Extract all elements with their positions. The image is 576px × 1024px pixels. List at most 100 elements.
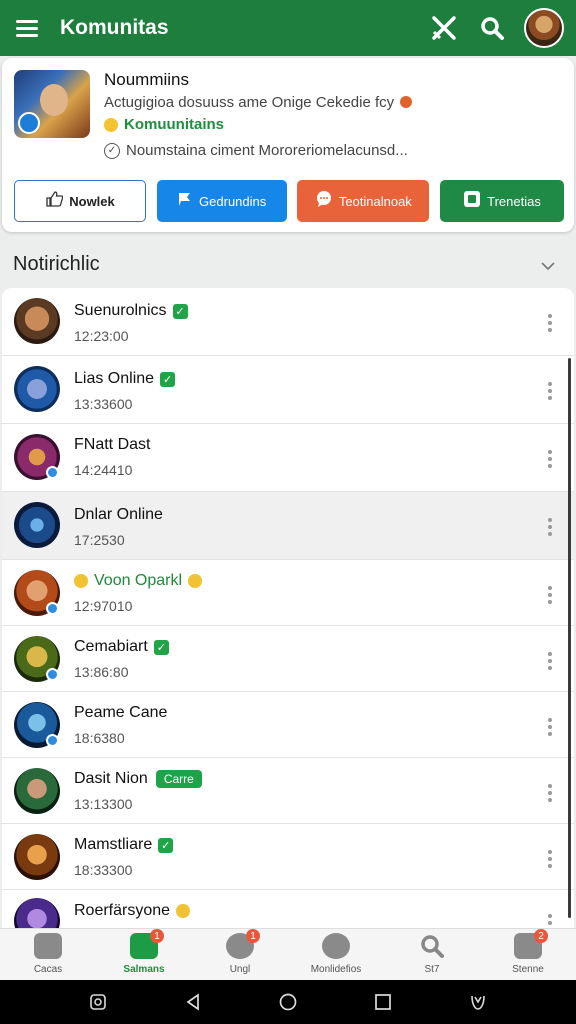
list-item-time: 12:97010 [74,598,133,614]
app-bar: Komunitas [0,0,576,56]
more-vert-icon[interactable] [548,914,552,928]
status-badge [46,668,59,681]
screenshot-icon[interactable] [87,991,109,1013]
list-item[interactable]: Voon Oparkl 12:97010 [2,560,574,626]
more-vert-icon[interactable] [548,718,552,739]
avatar [14,298,60,344]
flame-icon [400,96,413,108]
gedrundins-button[interactable]: Gedrundins [156,180,287,222]
list-item-time: 13:86:80 [74,664,129,680]
nav-monlidefios[interactable]: Monlidefios [288,929,384,980]
list-item-name: Mamstliare ✓ [74,836,174,854]
app-title: Komunitas [60,16,169,39]
recents-icon[interactable] [372,991,394,1013]
accessibility-icon[interactable] [467,991,489,1013]
member-list: Suenurolnics ✓ 12:23:00 Lias Online ✓ 13:3… [2,288,574,928]
list-item-name: Peame Cane [74,704,168,721]
avatar [14,898,60,928]
avatar [14,366,60,412]
teotinalnoak-button[interactable]: Teotinalnoak [297,180,430,222]
avatar [14,834,60,880]
verified-icon: ✓ [160,371,176,387]
more-vert-icon[interactable] [548,382,552,403]
list-item-name: Cemabiart ✓ [74,638,169,656]
nav-stenne[interactable]: 2 Stenne [480,929,576,980]
more-vert-icon[interactable] [548,652,552,673]
list-item-name: Roerfärsyone [74,902,191,920]
notification-badge: 2 [534,929,548,943]
profile-avatar[interactable] [524,8,564,48]
list-item-name: Dnlar Online [74,506,163,523]
more-vert-icon[interactable] [548,586,552,607]
bottom-nav: Cacas 1 Salmans 1 Ungl Monlidefios St7 2… [0,928,576,980]
message-icon [322,933,350,959]
more-vert-icon[interactable] [548,850,552,871]
list-item[interactable]: Lias Online ✓ 13:33600 [2,356,574,424]
group-description: Actugigioa dosuuss ame Onige Cekedie fcy [104,94,413,111]
list-item[interactable]: Cemabiart ✓ 13:86:80 [2,626,574,692]
flag-icon [177,191,193,211]
list-item[interactable]: Mamstliare ✓ 18:33300 [2,824,574,890]
verified-icon: ✓ [153,639,169,655]
verified-icon: ✓ [158,837,174,853]
scrollbar[interactable] [568,358,571,918]
list-item[interactable]: FNatt Dast 14:24410 [2,424,574,492]
swords-icon[interactable] [430,14,458,42]
emoji-icon [176,904,191,918]
list-item-name: FNatt Dast [74,436,151,453]
chevron-down-icon[interactable] [540,258,556,274]
sparkle-icon [74,574,88,588]
status-pill: Carre [155,770,202,788]
nav-cacas[interactable]: Cacas [0,929,96,980]
avatar [14,768,60,814]
list-item-name: Dasit Nion Carre [74,770,202,788]
list-item-time: 17:2530 [74,532,125,548]
home-circle-icon[interactable] [277,991,299,1013]
status-badge [46,602,59,615]
more-vert-icon[interactable] [548,518,552,539]
list-item-time: 12:23:00 [74,328,129,344]
section-title: Notirichlic [13,253,100,275]
list-item[interactable]: Roerfärsyone [2,890,574,928]
smile-icon [104,117,118,132]
status-badge [46,466,59,479]
list-item-name: Suenurolnics ✓ [74,302,188,320]
home-icon [34,933,62,959]
list-item-name: Lias Online ✓ [74,370,176,388]
notification-badge: 1 [246,929,260,943]
thumbs-up-icon [45,191,64,211]
group-name: Noummiins [104,70,190,89]
list-item[interactable]: Peame Cane 18:6380 [2,692,574,758]
search-icon[interactable] [478,14,506,42]
group-tag[interactable]: Komuunitains [104,116,224,133]
nav-salmans[interactable]: 1 Salmans [96,929,192,980]
list-item-name: Voon Oparkl [74,572,203,590]
group-card: Noummiins Actugigioa dosuuss ame Onige C… [2,58,574,232]
nav-st7[interactable]: St7 [384,929,480,980]
list-item-time: 18:6380 [74,730,125,746]
menu-icon[interactable] [16,20,38,37]
system-nav-bar [0,980,576,1024]
trenetias-button[interactable]: Trenetias [439,180,564,222]
avatar [14,502,60,548]
check-circle-icon: ✓ [104,142,120,159]
nav-ungl[interactable]: 1 Ungl [192,929,288,980]
group-thumbnail[interactable] [14,70,90,138]
more-vert-icon[interactable] [548,784,552,805]
emoji-icon [188,574,203,588]
action-buttons: Nowlek Gedrundins Teotinalnoak Trenetias [14,180,564,222]
list-item[interactable]: Dnlar Online 17:2530 [2,492,574,560]
more-vert-icon[interactable] [548,450,552,471]
more-vert-icon[interactable] [548,314,552,335]
square-icon [463,190,481,212]
list-item[interactable]: Dasit Nion Carre 13:13300 [2,758,574,824]
list-item-time: 18:33300 [74,862,133,878]
nowlek-button[interactable]: Nowlek [14,180,146,222]
search-icon [418,933,446,959]
list-item-time: 13:13300 [74,796,133,812]
notification-badge: 1 [150,929,164,943]
list-item-time: 13:33600 [74,396,133,412]
group-badge-icon [18,112,40,134]
list-item[interactable]: Suenurolnics ✓ 12:23:00 [2,288,574,356]
back-icon[interactable] [182,991,204,1013]
